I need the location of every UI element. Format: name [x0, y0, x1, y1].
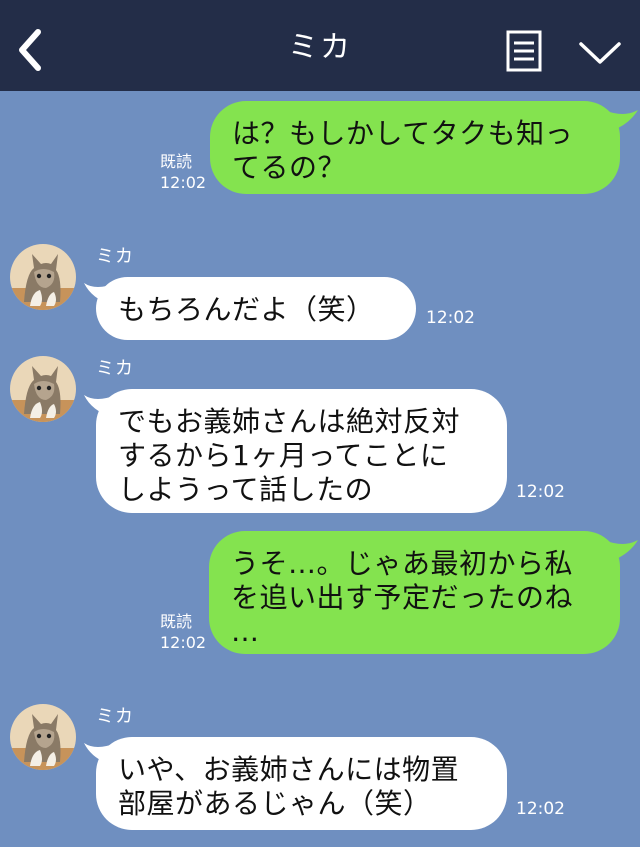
menu-icon[interactable]: [506, 30, 542, 72]
read-receipt: 既読: [160, 152, 193, 171]
message-line: うそ…。じゃあ最初から私: [231, 547, 574, 580]
sender-name: ミカ: [96, 246, 134, 267]
message-bubble[interactable]: うそ…。じゃあ最初から私 を追い出す予定だったのね …: [209, 531, 620, 654]
cat-avatar[interactable]: [10, 704, 76, 770]
sender-name: ミカ: [96, 706, 134, 727]
message-line: いや、お義姉さんには物置: [118, 753, 460, 786]
message-bubble[interactable]: もちろんだよ（笑）: [96, 277, 416, 340]
message-bubble[interactable]: いや、お義姉さんには物置 部屋があるじゃん（笑）: [96, 737, 507, 830]
message-line: 部屋があるじゃん（笑）: [118, 787, 432, 820]
message-line: …: [231, 615, 260, 648]
message-time: 12:02: [160, 173, 207, 192]
cat-avatar[interactable]: [10, 356, 76, 422]
chat-title: ミカ: [288, 30, 352, 65]
message-time: 12:02: [160, 633, 207, 652]
message-time: 12:02: [516, 799, 565, 819]
chat-header: ミカ: [0, 0, 640, 91]
sender-name: ミカ: [96, 358, 134, 379]
read-receipt: 既読: [160, 612, 193, 631]
message-time: 12:02: [516, 482, 565, 502]
cat-avatar[interactable]: [10, 244, 76, 310]
message-line: を追い出す予定だったのね: [231, 581, 574, 614]
message-line: てるの？: [232, 151, 347, 184]
message-bubble[interactable]: は？もしかしてタクも知っ てるの？: [210, 101, 620, 194]
chevron-down-icon[interactable]: [578, 40, 622, 66]
message-line: は？もしかしてタクも知っ: [232, 117, 574, 150]
message-line: もちろんだよ（笑）: [118, 293, 375, 326]
message-line: するから1ヶ月ってことに: [118, 439, 449, 472]
message-time: 12:02: [426, 308, 475, 328]
message-line: でもお義姉さんは絶対反対: [118, 405, 461, 438]
message-line: しようって話したの: [118, 473, 374, 506]
message-bubble[interactable]: でもお義姉さんは絶対反対 するから1ヶ月ってことに しようって話したの: [96, 389, 507, 513]
